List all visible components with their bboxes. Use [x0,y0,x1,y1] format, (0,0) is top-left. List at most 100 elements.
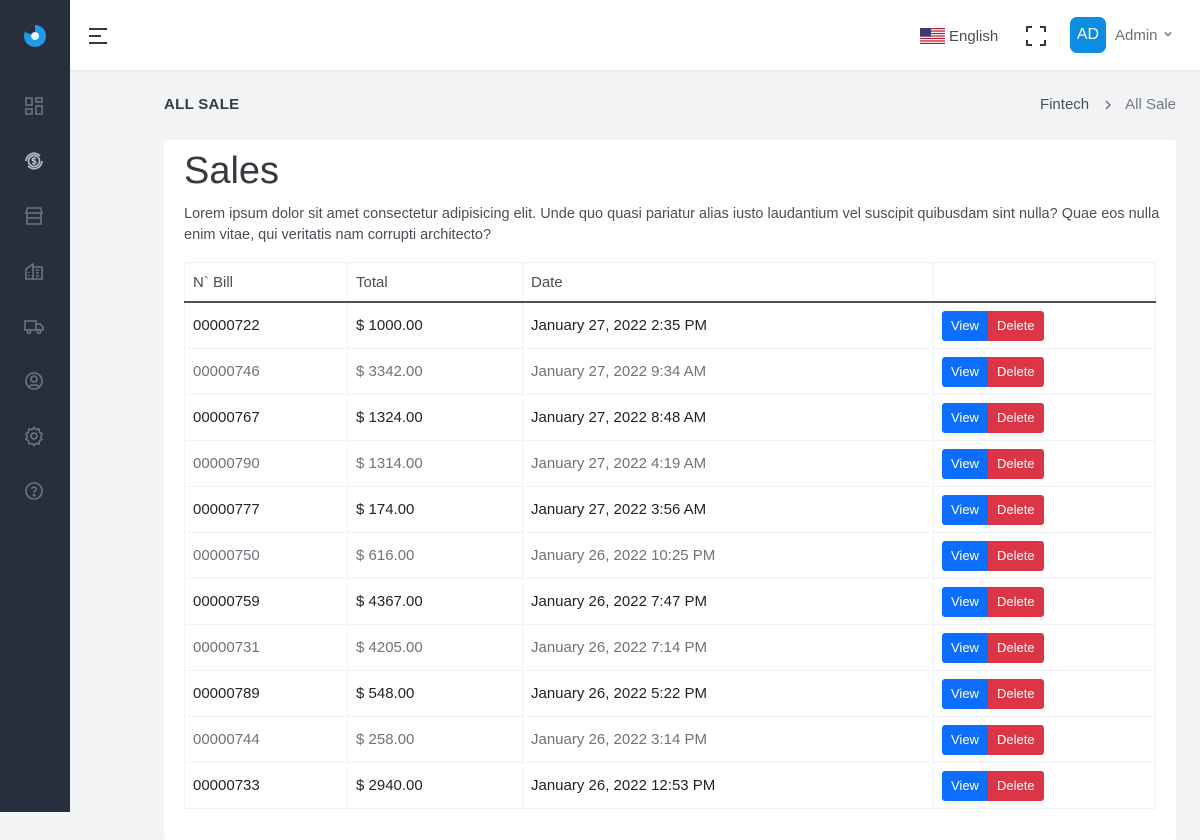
view-button[interactable]: View [942,402,988,433]
cell-date: January 27, 2022 2:35 PM [522,301,934,349]
cell-actions: View Delete [933,348,1156,395]
view-button[interactable]: View [942,310,988,341]
column-header-date[interactable]: Date [522,262,934,303]
view-button[interactable]: View [942,678,988,709]
delete-button[interactable]: Delete [987,632,1044,663]
cell-bill: 00000777 [184,486,348,533]
delete-button[interactable]: Delete [987,356,1044,387]
view-button[interactable]: View [942,448,988,479]
cell-total: $ 1314.00 [347,440,523,487]
cell-bill: 00000722 [184,301,348,349]
cell-total: $ 4367.00 [347,578,523,625]
table-row: 00000777 $ 174.00 January 27, 2022 3:56 AM… [184,486,1156,533]
cell-date: January 26, 2022 12:53 PM [522,762,934,809]
delete-button[interactable]: Delete [987,540,1044,571]
cell-total: $ 616.00 [347,532,523,579]
user-menu[interactable]: AD Admin [1070,17,1173,53]
cell-date: January 26, 2022 5:22 PM [522,670,934,717]
cell-bill: 00000767 [184,394,348,441]
page-title: ALL SALE [164,96,240,113]
table-row: 00000733 $ 2940.00 January 26, 2022 12:53 … [184,762,1156,809]
cell-total: $ 4205.00 [347,624,523,671]
table-row: 00000722 $ 1000.00 January 27, 2022 2:35 P… [184,301,1156,349]
cell-actions: View Delete [933,486,1156,533]
delete-button[interactable]: Delete [987,402,1044,433]
view-button[interactable]: View [942,356,988,387]
topbar: English AD Admin [70,0,1200,70]
cell-bill: 00000789 [184,670,348,717]
table-row: 00000767 $ 1324.00 January 27, 2022 8:48 A… [184,394,1156,441]
app-logo-icon[interactable] [21,22,49,50]
table-row: 00000731 $ 4205.00 January 26, 2022 7:14 P… [184,624,1156,671]
delete-button[interactable]: Delete [987,770,1044,801]
gear-icon[interactable] [22,424,46,448]
delete-button[interactable]: Delete [987,310,1044,341]
column-header-actions [933,262,1156,303]
buildings-icon[interactable] [22,259,46,283]
avatar: AD [1070,17,1106,53]
sales-card: Sales Lorem ipsum dolor sit amet consect… [164,140,1176,840]
cell-bill: 00000744 [184,716,348,763]
sales-table: N` Bill Total Date 00000722 $ 1000.00 Janu… [184,262,1156,809]
menu-toggle-icon[interactable] [86,24,110,48]
sales-icon[interactable] [22,149,46,173]
cell-actions: View Delete [933,301,1156,349]
delete-button[interactable]: Delete [987,494,1044,525]
breadcrumb-item-fintech[interactable]: Fintech [1040,96,1089,113]
cell-bill: 00000790 [184,440,348,487]
chevron-down-icon [1164,31,1172,37]
cell-total: $ 2940.00 [347,762,523,809]
cell-bill: 00000750 [184,532,348,579]
language-label: English [949,27,999,45]
cell-bill: 00000759 [184,578,348,625]
breadcrumb-item-current: All Sale [1125,96,1176,113]
delete-button[interactable]: Delete [987,678,1044,709]
truck-icon[interactable] [22,314,46,338]
cell-total: $ 1000.00 [347,301,523,349]
help-icon[interactable] [22,479,46,503]
view-button[interactable]: View [942,586,988,617]
cell-date: January 26, 2022 7:47 PM [522,578,934,625]
cell-actions: View Delete [933,440,1156,487]
cell-total: $ 258.00 [347,716,523,763]
store-icon[interactable] [22,204,46,228]
breadcrumb: Fintech All Sale [1040,96,1176,113]
cell-bill: 00000731 [184,624,348,671]
cell-actions: View Delete [933,578,1156,625]
cell-actions: View Delete [933,394,1156,441]
table-row: 00000744 $ 258.00 January 26, 2022 3:14 PM… [184,716,1156,763]
cell-actions: View Delete [933,532,1156,579]
user-circle-icon[interactable] [22,369,46,393]
cell-total: $ 3342.00 [347,348,523,395]
view-button[interactable]: View [942,632,988,663]
cell-bill: 00000746 [184,348,348,395]
column-header-total[interactable]: Total [347,262,523,303]
cell-actions: View Delete [933,716,1156,763]
dashboard-icon[interactable] [22,94,46,118]
cell-actions: View Delete [933,762,1156,809]
cell-date: January 27, 2022 9:34 AM [522,348,934,395]
fullscreen-icon[interactable] [1024,24,1048,48]
delete-button[interactable]: Delete [987,724,1044,755]
view-button[interactable]: View [942,494,988,525]
table-row: 00000789 $ 548.00 January 26, 2022 5:22 PM… [184,670,1156,717]
view-button[interactable]: View [942,724,988,755]
column-header-bill[interactable]: N` Bill [184,262,348,303]
us-flag-icon [920,28,945,44]
view-button[interactable]: View [942,540,988,571]
cell-bill: 00000733 [184,762,348,809]
delete-button[interactable]: Delete [987,586,1044,617]
cell-date: January 26, 2022 3:14 PM [522,716,934,763]
chevron-right-icon [1105,99,1112,110]
language-selector[interactable]: English [920,24,998,48]
cell-date: January 26, 2022 7:14 PM [522,624,934,671]
delete-button[interactable]: Delete [987,448,1044,479]
sidebar [0,0,70,812]
cell-actions: View Delete [933,624,1156,671]
cell-date: January 27, 2022 4:19 AM [522,440,934,487]
cell-total: $ 1324.00 [347,394,523,441]
card-title: Sales [184,150,280,192]
cell-date: January 27, 2022 3:56 AM [522,486,934,533]
view-button[interactable]: View [942,770,988,801]
cell-date: January 26, 2022 10:25 PM [522,532,934,579]
